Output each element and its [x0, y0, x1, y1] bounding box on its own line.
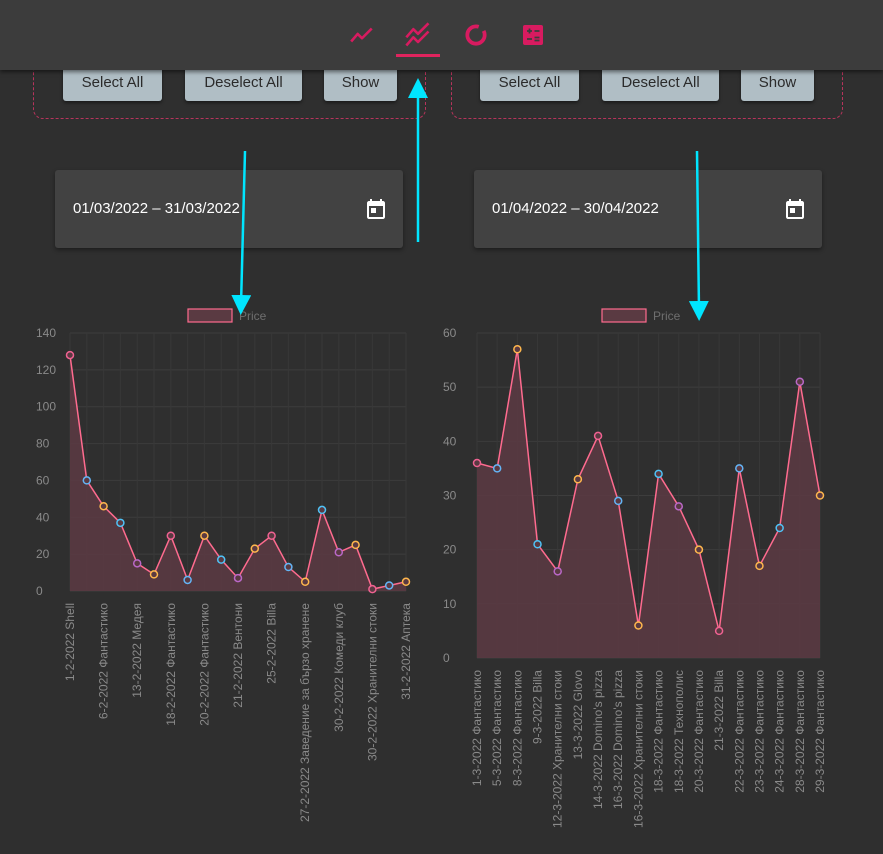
- x-tick-label: 18-3-2022 Технополис: [672, 670, 686, 793]
- legend-swatch: [187, 308, 233, 323]
- data-point: [82, 476, 92, 485]
- x-tick-label: 9-3-2022 Billa: [531, 670, 545, 744]
- data-point: [513, 345, 522, 354]
- x-tick-label: 30-2-2022 Комеди клуб: [332, 603, 346, 732]
- x-tick-label: 16-3-2022 Хранителни стоки: [631, 670, 645, 828]
- x-tick-label: 6-2-2022 Фантастико: [97, 603, 111, 719]
- x-tick-label: 20-3-2022 Фантастико: [692, 670, 706, 793]
- data-point: [99, 501, 108, 511]
- x-tick-label: 30-2-2022 Хранителни стоки: [365, 603, 379, 761]
- data-point: [694, 545, 704, 554]
- y-tick-label: 0: [443, 651, 450, 665]
- legend-swatch: [601, 308, 647, 323]
- y-tick-label: 50: [443, 380, 457, 394]
- data-point: [250, 544, 260, 553]
- data-point: [735, 464, 744, 473]
- x-tick-label: 21-3-2022 Billa: [712, 670, 726, 751]
- y-tick-label: 60: [36, 473, 50, 487]
- data-point: [654, 469, 663, 479]
- x-tick-label: 18-2-2022 Фантастико: [164, 603, 178, 726]
- data-point: [267, 531, 276, 540]
- data-point: [795, 377, 805, 386]
- x-tick-label: 28-3-2022 Фантастико: [793, 670, 807, 793]
- data-point: [116, 518, 125, 528]
- data-point: [284, 562, 293, 572]
- x-tick-label: 1-2-2022 Shell: [63, 603, 77, 681]
- x-tick-label: 24-3-2022 Фантастико: [773, 670, 787, 793]
- x-tick-label: 23-3-2022 Фантастико: [752, 670, 766, 793]
- x-tick-label: 5-3-2022 Фантастико: [490, 670, 504, 786]
- data-point: [553, 567, 562, 576]
- y-tick-label: 100: [36, 400, 56, 414]
- data-point: [815, 491, 825, 500]
- data-point: [183, 575, 192, 585]
- y-tick-label: 120: [36, 363, 56, 377]
- y-tick-label: 0: [36, 584, 43, 598]
- data-point: [334, 548, 344, 557]
- data-point: [216, 555, 226, 564]
- data-point: [492, 464, 502, 473]
- data-point: [634, 621, 643, 630]
- line-chart-icon[interactable]: [347, 20, 377, 50]
- data-point: [384, 581, 394, 590]
- donut-chart-icon[interactable]: [461, 20, 491, 50]
- x-tick-label: 8-3-2022 Фантастико: [510, 670, 524, 786]
- legend-label: Price: [653, 309, 681, 323]
- top-nav-bar: [0, 0, 883, 70]
- data-point: [401, 577, 411, 587]
- data-point: [351, 540, 360, 550]
- data-point: [775, 523, 784, 533]
- y-tick-label: 80: [36, 437, 50, 451]
- data-point: [674, 502, 684, 511]
- area-fill: [477, 349, 820, 658]
- data-point: [368, 584, 377, 594]
- x-tick-label: 27-2-2022 Заведение за бързо хранене: [298, 603, 312, 822]
- legend-label: Price: [239, 309, 267, 323]
- x-tick-label: 1-3-2022 Фантастико: [470, 670, 484, 786]
- calculator-icon[interactable]: [518, 20, 548, 50]
- data-point: [573, 475, 583, 484]
- x-tick-label: 12-3-2022 Хранителни стоки: [551, 670, 565, 828]
- y-tick-label: 30: [443, 489, 457, 503]
- x-tick-label: 21-2-2022 Вентони: [231, 603, 245, 708]
- data-point: [149, 570, 159, 579]
- price-charts: 0204060801001201401-2-2022 Shell 6-2-2022…: [36, 308, 827, 828]
- data-point: [613, 496, 623, 506]
- y-tick-label: 60: [443, 326, 457, 340]
- x-tick-label: 18-3-2022 Фантастико: [652, 670, 666, 793]
- x-tick-label: 22-3-2022 Фантастико: [732, 670, 746, 793]
- data-point: [533, 540, 542, 549]
- y-tick-label: 20: [36, 547, 50, 561]
- x-tick-label: 13-3-2022 Glovo: [571, 670, 585, 760]
- data-point: [300, 577, 310, 587]
- x-tick-label: 20-2-2022 Фантастико: [197, 603, 211, 726]
- x-tick-label: 25-2-2022 Billa: [265, 603, 279, 684]
- x-tick-label: 31-2-2022 Аптека: [399, 603, 413, 700]
- x-tick-label: 14-3-2022 Domino's pizza: [591, 670, 605, 809]
- data-point: [317, 505, 327, 515]
- data-point: [65, 350, 75, 360]
- data-point: [593, 431, 603, 441]
- x-tick-label: 16-3-2022 Domino's pizza: [611, 670, 625, 809]
- data-point: [132, 559, 142, 568]
- data-point: [714, 626, 724, 636]
- x-tick-label: 29-3-2022 Фантастико: [813, 670, 827, 793]
- data-point: [472, 458, 482, 468]
- data-point: [166, 531, 176, 540]
- y-tick-label: 40: [36, 510, 50, 524]
- data-point: [755, 561, 764, 571]
- data-point: [200, 531, 209, 540]
- active-tab-indicator: [396, 54, 440, 57]
- multi-line-chart-icon[interactable]: [403, 20, 433, 50]
- y-tick-label: 10: [443, 597, 457, 611]
- y-tick-label: 20: [443, 543, 457, 557]
- y-tick-label: 40: [443, 434, 457, 448]
- data-point: [233, 573, 243, 583]
- y-tick-label: 140: [36, 326, 56, 340]
- x-tick-label: 13-2-2022 Медея: [130, 603, 144, 698]
